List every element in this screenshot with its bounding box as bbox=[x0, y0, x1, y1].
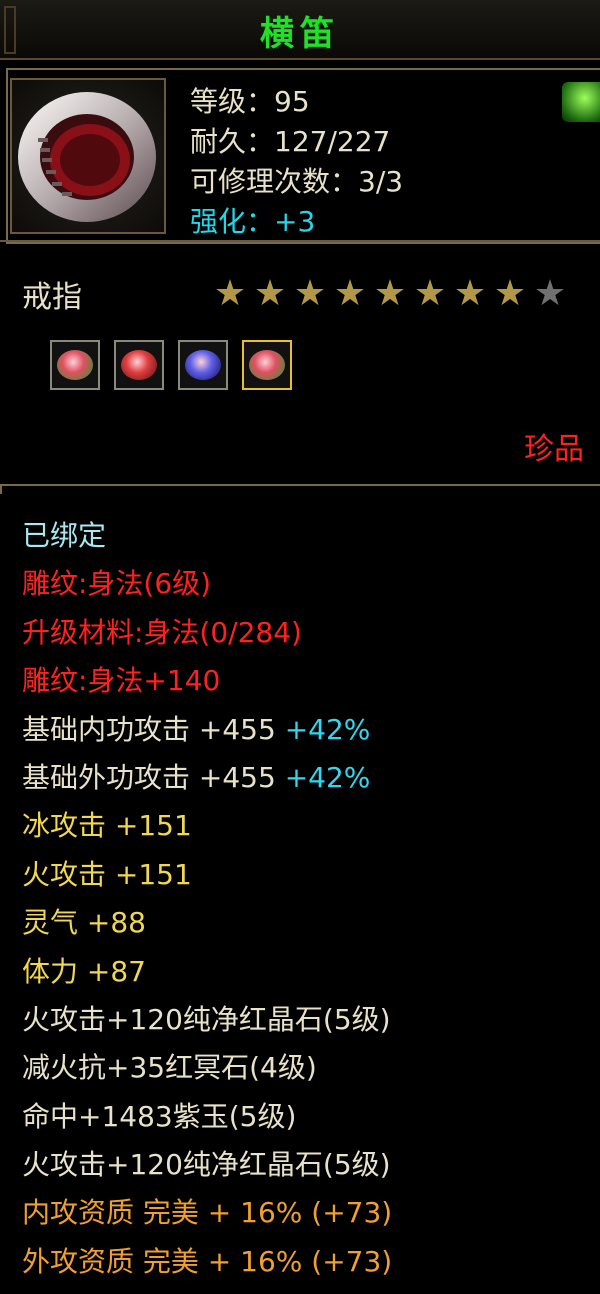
green-red-gem-icon bbox=[57, 350, 93, 380]
gem-slot[interactable] bbox=[242, 340, 292, 390]
gem-slot[interactable] bbox=[50, 340, 100, 390]
blue-crystal-icon bbox=[185, 350, 221, 380]
attribute-line: 外攻资质 完美 + 16% (+73) bbox=[22, 1238, 392, 1286]
star-filled-icon: ★ bbox=[453, 273, 487, 314]
gem-sockets bbox=[50, 340, 292, 390]
attribute-line: 减火抗+35红冥石(4级) bbox=[22, 1044, 392, 1092]
attribute-line: 雕纹:身法+140 bbox=[22, 657, 392, 705]
attribute-line: 火攻击 +151 bbox=[22, 851, 392, 899]
red-crystal-icon bbox=[121, 350, 157, 380]
attribute-line: 体力 +87 bbox=[22, 948, 392, 996]
attribute-text: 火攻击+120纯净红晶石(5级) bbox=[22, 1002, 391, 1036]
attribute-line: 灵气 +88 bbox=[22, 899, 392, 947]
star-filled-icon: ★ bbox=[413, 273, 447, 314]
attribute-text: 基础外功攻击 +455 bbox=[22, 760, 285, 794]
attribute-text: 外攻资质 完美 + 16% (+73) bbox=[22, 1244, 393, 1278]
ring-icon bbox=[18, 92, 156, 222]
green-red-gem-icon bbox=[249, 350, 285, 380]
star-filled-icon: ★ bbox=[213, 273, 247, 314]
attribute-line: 升级材料:身法(0/284) bbox=[22, 609, 392, 657]
attribute-line: 命中+1483紫玉(5级) bbox=[22, 1093, 392, 1141]
item-type-label: 戒指 bbox=[22, 280, 82, 315]
repair-count-stat: 可修理次数：3/3 bbox=[190, 165, 404, 198]
attribute-list: 已绑定雕纹:身法(6级) 升级材料:身法(0/284) 雕纹:身法+140 基础内功攻… bbox=[22, 512, 392, 1286]
attribute-text: 已绑定 bbox=[22, 519, 107, 552]
divider bbox=[0, 484, 600, 494]
attribute-text: 冰攻击 +151 bbox=[22, 809, 192, 843]
attribute-line: 雕纹:身法(6级) bbox=[22, 560, 392, 608]
attribute-line: 基础外功攻击 +455 +42% bbox=[22, 754, 392, 802]
attribute-line: 火攻击+120纯净红晶石(5级) bbox=[22, 996, 392, 1044]
enhance-stat: 强化：+3 bbox=[190, 205, 316, 238]
star-filled-icon: ★ bbox=[253, 273, 287, 314]
attribute-text: 体力 +87 bbox=[22, 954, 146, 988]
leaf-icon[interactable] bbox=[562, 82, 600, 122]
star-rating: ★ ★ ★ ★ ★ ★ ★ ★ ★ bbox=[212, 276, 568, 312]
star-filled-icon: ★ bbox=[333, 273, 367, 314]
attribute-text: 火攻击 +151 bbox=[22, 857, 192, 891]
rarity-label: 珍品 bbox=[524, 432, 584, 467]
attribute-text: 火攻击+120纯净红晶石(5级) bbox=[22, 1148, 391, 1182]
gem-slot[interactable] bbox=[114, 340, 164, 390]
attribute-text: 雕纹:身法+140 bbox=[22, 664, 221, 698]
item-title: 横笛 bbox=[260, 14, 340, 54]
level-stat: 等级：95 bbox=[190, 85, 310, 118]
attribute-text: 命中+1483紫玉(5级) bbox=[22, 1099, 297, 1133]
attribute-text: 减火抗+35红冥石(4级) bbox=[22, 1051, 317, 1085]
attribute-line: 冰攻击 +151 bbox=[22, 802, 392, 850]
attribute-percent: +42% bbox=[284, 760, 371, 794]
attribute-line: 内攻资质 完美 + 16% (+73) bbox=[22, 1189, 392, 1237]
star-empty-icon: ★ bbox=[533, 273, 567, 314]
attribute-percent: +42% bbox=[284, 712, 371, 746]
star-filled-icon: ★ bbox=[493, 273, 527, 314]
gem-slot[interactable] bbox=[178, 340, 228, 390]
attribute-text: 雕纹:身法(6级) bbox=[22, 567, 212, 601]
title-bar: 横笛 bbox=[0, 0, 600, 60]
attribute-text: 升级材料:身法(0/284) bbox=[22, 615, 302, 649]
durability-stat: 耐久：127/227 bbox=[190, 125, 391, 158]
divider bbox=[0, 240, 600, 242]
attribute-line: 火攻击+120纯净红晶石(5级) bbox=[22, 1141, 392, 1189]
attribute-line: 已绑定 bbox=[22, 512, 392, 560]
attribute-text: 灵气 +88 bbox=[22, 906, 146, 940]
attribute-line: 基础内功攻击 +455 +42% bbox=[22, 706, 392, 754]
attribute-text: 基础内功攻击 +455 bbox=[22, 712, 285, 746]
star-filled-icon: ★ bbox=[293, 273, 327, 314]
star-filled-icon: ★ bbox=[373, 273, 407, 314]
attribute-text: 内攻资质 完美 + 16% (+73) bbox=[22, 1196, 393, 1230]
